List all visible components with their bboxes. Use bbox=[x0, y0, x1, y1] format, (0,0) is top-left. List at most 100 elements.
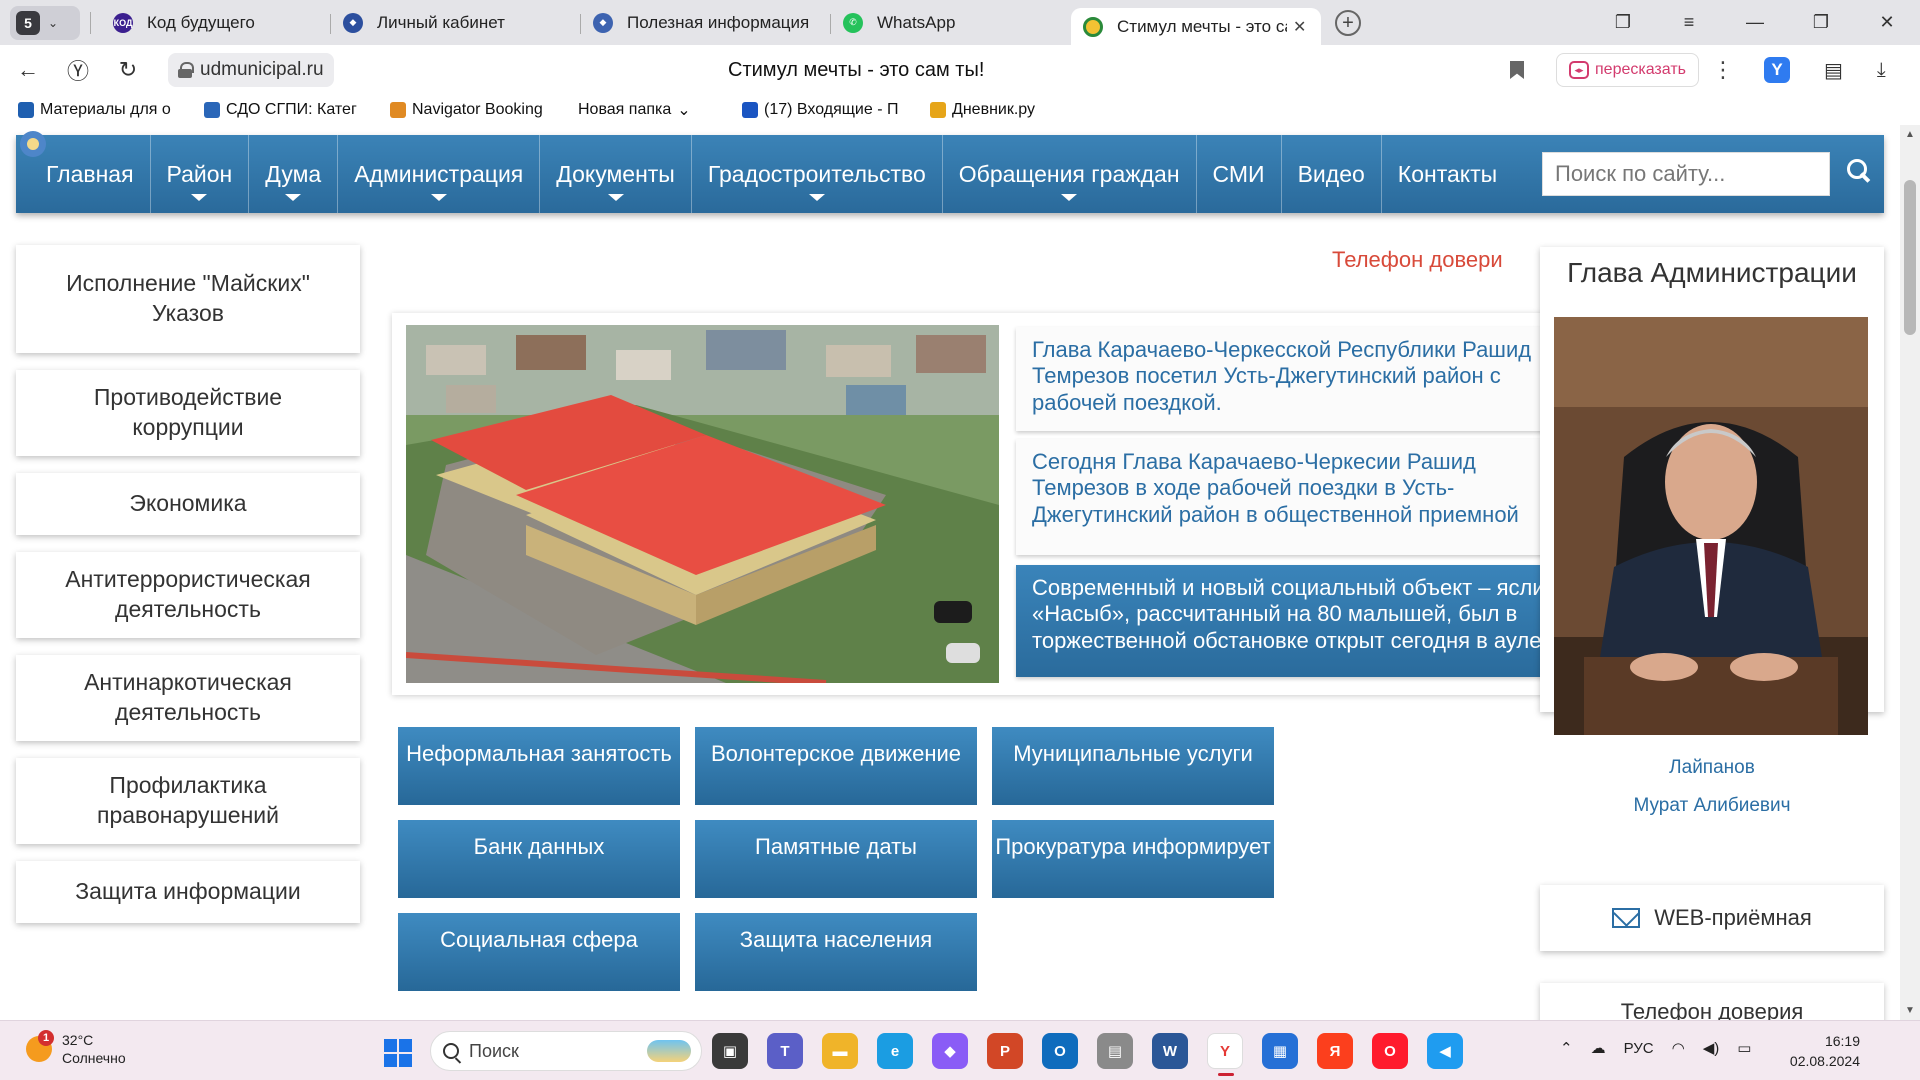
bookmark-vkhodyashchie[interactable]: (17) Входящие - П bbox=[742, 101, 902, 119]
language-indicator[interactable]: РУС bbox=[1624, 1040, 1654, 1057]
weather-widget[interactable]: 1 32°C Солнечно bbox=[26, 1030, 126, 1067]
head-surname[interactable]: Лайпанов bbox=[1540, 757, 1884, 779]
back-arrow-icon[interactable]: ← bbox=[6, 57, 50, 83]
nav-item-label: СМИ bbox=[1212, 160, 1265, 187]
nav-item-4[interactable]: Документы bbox=[540, 135, 692, 213]
scroll-down-icon[interactable]: ▼ bbox=[1905, 1005, 1915, 1016]
pinned-apps: ▣ T ▬ e ◆ P O ▤ W Y ▦ Я O ◀ bbox=[712, 1033, 1463, 1076]
scroll-thumb[interactable] bbox=[1904, 180, 1916, 335]
powerpoint-icon[interactable]: P bbox=[987, 1033, 1023, 1069]
teams-icon[interactable]: T bbox=[767, 1033, 803, 1069]
chevron-up-icon[interactable]: ⌃ bbox=[1560, 1039, 1573, 1057]
volume-icon[interactable]: ◀) bbox=[1703, 1039, 1720, 1057]
weather-desc: Солнечно bbox=[62, 1050, 126, 1067]
taskbar-search-input[interactable]: Поиск bbox=[430, 1031, 702, 1071]
portrait-image bbox=[1554, 317, 1868, 735]
wifi-icon[interactable]: ◠ bbox=[1672, 1039, 1685, 1057]
download-icon[interactable]: ⤓ bbox=[1877, 59, 1886, 82]
bookmark-folder-novaya-papka[interactable]: Новая папка ⌄ bbox=[578, 100, 714, 120]
web-reception-button[interactable]: WEB-приёмная bbox=[1540, 885, 1884, 951]
tab-poleznaya-info[interactable]: ◆ Полезная информация bbox=[581, 4, 831, 41]
sidebar-link-4[interactable]: Антинаркотическая деятельность bbox=[16, 655, 360, 741]
nav-item-3[interactable]: Администрация bbox=[338, 135, 541, 213]
nav-item-7[interactable]: СМИ bbox=[1197, 135, 1282, 213]
yandex-icon[interactable]: Я bbox=[1317, 1033, 1353, 1069]
nav-item-5[interactable]: Градостроительство bbox=[692, 135, 943, 213]
scroll-up-icon[interactable]: ▲ bbox=[1905, 129, 1915, 140]
onedrive-cloud-icon[interactable]: ☁ bbox=[1591, 1039, 1606, 1057]
more-options-icon[interactable]: ⋮ bbox=[1712, 57, 1734, 83]
taskbar-clock[interactable]: 16:19 02.08.2024 bbox=[1780, 1031, 1860, 1072]
quick-link-tile-0[interactable]: Неформальная занятость bbox=[398, 727, 680, 805]
maximize-icon[interactable]: ❐ bbox=[1788, 12, 1854, 33]
tab-lichny-kabinet[interactable]: ◆ Личный кабинет bbox=[331, 4, 581, 41]
quick-link-tile-3[interactable]: Банк данных bbox=[398, 820, 680, 898]
quick-link-tile-4[interactable]: Памятные даты bbox=[695, 820, 977, 898]
hotline-panel[interactable]: Телефон доверия bbox=[1540, 983, 1884, 1020]
page-scrollbar[interactable]: ▲ ▼ bbox=[1900, 125, 1920, 1020]
copilot-icon[interactable]: ◆ bbox=[932, 1033, 968, 1069]
close-window-icon[interactable]: ✕ bbox=[1854, 12, 1920, 33]
site-search-input[interactable]: Поиск по сайту... bbox=[1542, 152, 1830, 196]
collections-icon[interactable]: ❐ bbox=[1590, 12, 1656, 33]
word-icon[interactable]: W bbox=[1152, 1033, 1188, 1069]
quick-link-tile-7[interactable]: Защита населения bbox=[695, 913, 977, 991]
bookmark-dnevnik[interactable]: Дневник.ру bbox=[930, 101, 1035, 119]
retell-button[interactable]: ◂▸ пересказать bbox=[1556, 53, 1699, 87]
bookmark-materialy[interactable]: Материалы для о bbox=[18, 101, 176, 119]
page-title: Стимул мечты - это сам ты! bbox=[728, 58, 985, 81]
search-icon[interactable] bbox=[1844, 157, 1874, 187]
quick-link-tile-6[interactable]: Социальная сфера bbox=[398, 913, 680, 991]
bookmark-icon[interactable] bbox=[1510, 61, 1524, 79]
bookmark-navigator-booking[interactable]: Navigator Booking bbox=[390, 101, 550, 119]
nav-item-2[interactable]: Дума bbox=[249, 135, 339, 213]
tab-active-stimul[interactable]: Стимул мечты - это сам ты! ✕ bbox=[1071, 8, 1321, 45]
quick-link-tile-2[interactable]: Муниципальные услуги bbox=[992, 727, 1274, 805]
scanner-icon[interactable]: ▤ bbox=[1097, 1033, 1133, 1069]
nav-item-9[interactable]: Контакты bbox=[1382, 135, 1513, 213]
sidebar-link-6[interactable]: Защита информации bbox=[16, 861, 360, 923]
minimize-icon[interactable]: — bbox=[1722, 12, 1788, 33]
reload-icon[interactable]: ↻ bbox=[106, 57, 150, 83]
battery-icon[interactable]: ▭ bbox=[1737, 1039, 1751, 1057]
sidebar-link-0[interactable]: Исполнение "Майских" Указов bbox=[16, 245, 360, 353]
tab-counter-button[interactable]: 5 ⌄ bbox=[10, 5, 80, 40]
sidebar-link-3[interactable]: Антитеррористическая деятельность bbox=[16, 552, 360, 638]
url-field[interactable]: udmunicipal.ru bbox=[168, 53, 334, 87]
new-tab-button[interactable]: + bbox=[1335, 9, 1361, 36]
nav-item-1[interactable]: Район bbox=[151, 135, 250, 213]
close-tab-icon[interactable]: ✕ bbox=[1293, 17, 1306, 37]
outlook-icon[interactable]: O bbox=[1042, 1033, 1078, 1069]
news-slide-item-0[interactable]: Глава Карачаево-Черкесской Республики Ра… bbox=[1016, 327, 1594, 431]
menu-icon[interactable]: ≡ bbox=[1656, 12, 1722, 33]
nav-item-0[interactable]: Главная bbox=[30, 135, 151, 213]
file-explorer-icon[interactable]: ▬ bbox=[822, 1033, 858, 1069]
opera-icon[interactable]: O bbox=[1372, 1033, 1408, 1069]
dnevnik-icon bbox=[930, 102, 946, 118]
quick-link-tile-5[interactable]: Прокуратура информирует bbox=[992, 820, 1274, 898]
windows-start-icon[interactable] bbox=[384, 1039, 412, 1067]
news-slide-item-1[interactable]: Сегодня Глава Карачаево-Черкесии Рашид Т… bbox=[1016, 439, 1594, 555]
yandex-home-icon[interactable]: Ⓨ bbox=[56, 54, 100, 86]
vscode-icon[interactable]: ◀ bbox=[1427, 1033, 1463, 1069]
edge-icon[interactable]: e bbox=[877, 1033, 913, 1069]
sidebar-link-2[interactable]: Экономика bbox=[16, 473, 360, 535]
store-icon[interactable]: ▦ bbox=[1262, 1033, 1298, 1069]
nav-item-8[interactable]: Видео bbox=[1282, 135, 1382, 213]
news-photo-kindergarten[interactable] bbox=[406, 325, 999, 683]
quick-link-tile-1[interactable]: Волонтерское движение bbox=[695, 727, 977, 805]
tab-whatsapp[interactable]: ✆ WhatsApp bbox=[831, 4, 1071, 41]
yandex-extension-icon[interactable]: Y bbox=[1764, 57, 1790, 83]
news-slide-item-2[interactable]: Современный и новый социальный объект – … bbox=[1016, 565, 1594, 677]
tab-kod-budushchego[interactable]: КОД Код будущего bbox=[101, 4, 331, 41]
nav-item-6[interactable]: Обращения граждан bbox=[943, 135, 1197, 213]
head-portrait-photo[interactable] bbox=[1554, 317, 1868, 735]
yandex-browser-icon[interactable]: Y bbox=[1207, 1033, 1243, 1076]
sidebar-link-1[interactable]: Противодействие коррупции bbox=[16, 370, 360, 456]
head-full-name[interactable]: Мурат Алибиевич bbox=[1540, 795, 1884, 817]
tabs-sidebar-icon[interactable]: ▤ bbox=[1824, 58, 1843, 83]
bookmark-sdo-sgpi[interactable]: СДО СГПИ: Катег bbox=[204, 101, 362, 119]
sidebar-link-5[interactable]: Профилактика правонарушений bbox=[16, 758, 360, 844]
hotline-link[interactable]: Телефон довери bbox=[1332, 247, 1503, 273]
task-view-icon[interactable]: ▣ bbox=[712, 1033, 748, 1069]
